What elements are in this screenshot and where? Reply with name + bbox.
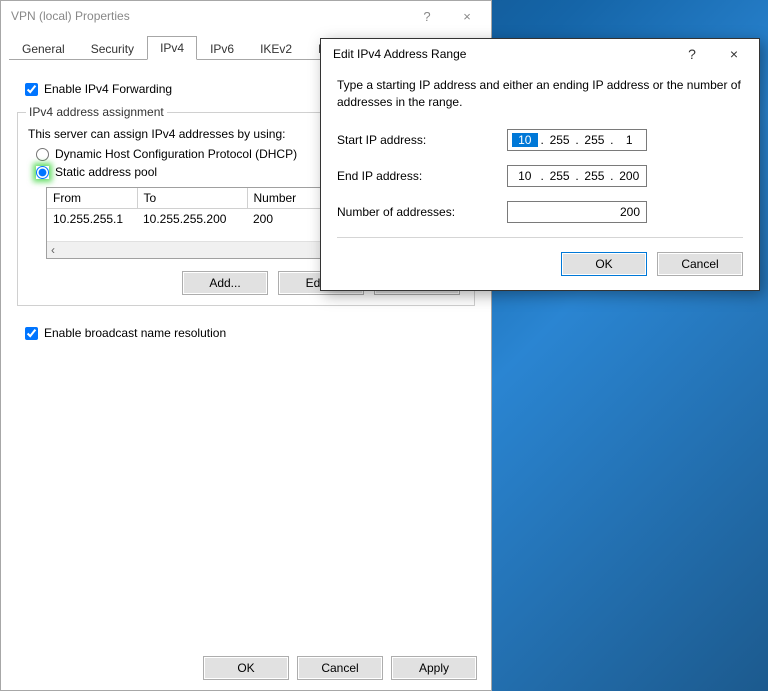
number-value: 200 <box>620 205 640 219</box>
tab-general[interactable]: General <box>9 37 78 60</box>
radio-dhcp[interactable] <box>36 148 49 161</box>
radio-dhcp-label: Dynamic Host Configuration Protocol (DHC… <box>55 147 297 161</box>
dialog-description: Type a starting IP address and either an… <box>337 77 743 111</box>
tab-ipv6[interactable]: IPv6 <box>197 37 247 60</box>
tab-security[interactable]: Security <box>78 37 147 60</box>
end-ip-input[interactable]: 10. 255. 255. 200 <box>507 165 647 187</box>
window-title: VPN (local) Properties <box>11 9 407 23</box>
ip-octet[interactable]: 200 <box>617 169 642 183</box>
number-input[interactable]: 200 <box>507 201 647 223</box>
dialog-cancel-button[interactable]: Cancel <box>657 252 743 276</box>
radio-static-label: Static address pool <box>55 165 157 179</box>
dialog-body: Type a starting IP address and either an… <box>321 69 759 290</box>
dialog-title: Edit IPv4 Address Range <box>333 47 671 61</box>
ip-octet[interactable]: 255 <box>547 133 572 147</box>
group-title: IPv4 address assignment <box>26 105 167 119</box>
radio-static[interactable] <box>36 166 49 179</box>
number-label: Number of addresses: <box>337 205 507 219</box>
start-ip-label: Start IP address: <box>337 133 507 147</box>
ip-octet[interactable]: 10 <box>512 169 537 183</box>
dialog-titlebar: Edit IPv4 Address Range ? × <box>321 39 759 69</box>
ip-octet[interactable]: 255 <box>582 133 607 147</box>
ip-octet[interactable]: 1 <box>617 133 642 147</box>
col-from[interactable]: From <box>47 188 137 209</box>
add-button[interactable]: Add... <box>182 271 268 295</box>
edit-range-dialog: Edit IPv4 Address Range ? × Type a start… <box>320 38 760 291</box>
start-ip-input[interactable]: 10. 255. 255. 1 <box>507 129 647 151</box>
dialog-help-button[interactable]: ? <box>671 41 713 67</box>
scroll-left-icon: ‹ <box>51 243 55 257</box>
end-ip-label: End IP address: <box>337 169 507 183</box>
ok-button[interactable]: OK <box>203 656 289 680</box>
cell-to: 10.255.255.200 <box>137 209 247 230</box>
close-button[interactable]: × <box>447 3 487 29</box>
separator <box>337 237 743 238</box>
ip-octet[interactable]: 255 <box>547 169 572 183</box>
ip-octet[interactable]: 10 <box>512 133 537 147</box>
dialog-ok-button[interactable]: OK <box>561 252 647 276</box>
cancel-button[interactable]: Cancel <box>297 656 383 680</box>
apply-button[interactable]: Apply <box>391 656 477 680</box>
cell-from: 10.255.255.1 <box>47 209 137 230</box>
enable-broadcast-checkbox[interactable] <box>25 327 38 340</box>
tab-ipv4[interactable]: IPv4 <box>147 36 197 60</box>
tab-ikev2[interactable]: IKEv2 <box>247 37 305 60</box>
enable-ipv4-forwarding-label: Enable IPv4 Forwarding <box>44 82 172 96</box>
enable-broadcast-label: Enable broadcast name resolution <box>44 326 226 340</box>
help-button[interactable]: ? <box>407 3 447 29</box>
titlebar: VPN (local) Properties ? × <box>1 1 491 31</box>
ip-octet[interactable]: 255 <box>582 169 607 183</box>
col-to[interactable]: To <box>137 188 247 209</box>
dialog-close-button[interactable]: × <box>713 41 755 67</box>
enable-ipv4-forwarding-checkbox[interactable] <box>25 83 38 96</box>
